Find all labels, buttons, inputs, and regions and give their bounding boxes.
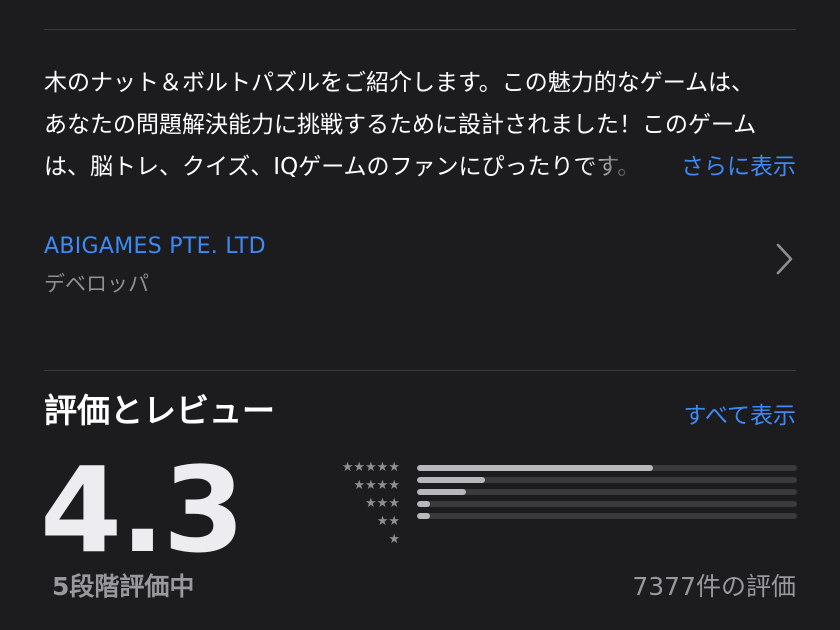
rating-bar-track: [417, 501, 797, 507]
rating-bar-fill: [417, 513, 431, 519]
rating-bar-track: [417, 477, 797, 483]
description-line: は、脳トレ、クイズ、IQゲームのファンにぴったりです。: [44, 154, 641, 180]
show-more-link[interactable]: さらに表示: [675, 146, 796, 188]
star-row-label: ★: [388, 532, 400, 547]
developer-role-label: デベロッパ: [44, 272, 149, 296]
developer-row[interactable]: ABIGAMES PTE. LTD デベロッパ: [44, 228, 796, 298]
rating-bar-fill: [417, 477, 486, 483]
rating-bar-track: [417, 465, 797, 471]
section-divider: [44, 370, 796, 371]
rating-scale-label: 5段階評価中: [52, 572, 195, 601]
ratings-section-title: 評価とレビュー: [44, 391, 275, 430]
app-description: 木のナット＆ボルトパズルをご紹介します。この魅力的なゲームは、 あなたの問題解決…: [44, 62, 796, 188]
star-row-label: ★★★★: [353, 478, 400, 493]
star-labels: ★★★★★ ★★★★ ★★★ ★★ ★: [300, 459, 400, 549]
description-line: 木のナット＆ボルトパズルをご紹介します。この魅力的なゲームは、: [44, 70, 755, 96]
top-divider: [44, 29, 796, 30]
star-row-label: ★★★★★: [341, 460, 400, 475]
rating-bar-track: [417, 489, 797, 495]
star-row-label: ★★: [376, 514, 400, 529]
see-all-reviews-link[interactable]: すべて表示: [684, 396, 796, 430]
description-last-line: は、脳トレ、クイズ、IQゲームのファンにぴったりです。 さらに表示: [44, 146, 796, 188]
chevron-right-icon[interactable]: [774, 242, 794, 276]
rating-bar-fill: [417, 489, 467, 495]
star-row-label: ★★★: [365, 496, 400, 511]
rating-bar-fill: [417, 501, 431, 507]
average-rating: 4.3: [40, 441, 245, 579]
rating-bar-track: [417, 513, 797, 519]
developer-name[interactable]: ABIGAMES PTE. LTD: [44, 234, 266, 259]
rating-count: 7377件の評価: [632, 572, 796, 601]
rating-bar-fill: [417, 465, 653, 471]
description-line: あなたの問題解決能力に挑戦するために設計されました！このゲーム: [44, 112, 757, 138]
rating-distribution: [417, 459, 797, 525]
